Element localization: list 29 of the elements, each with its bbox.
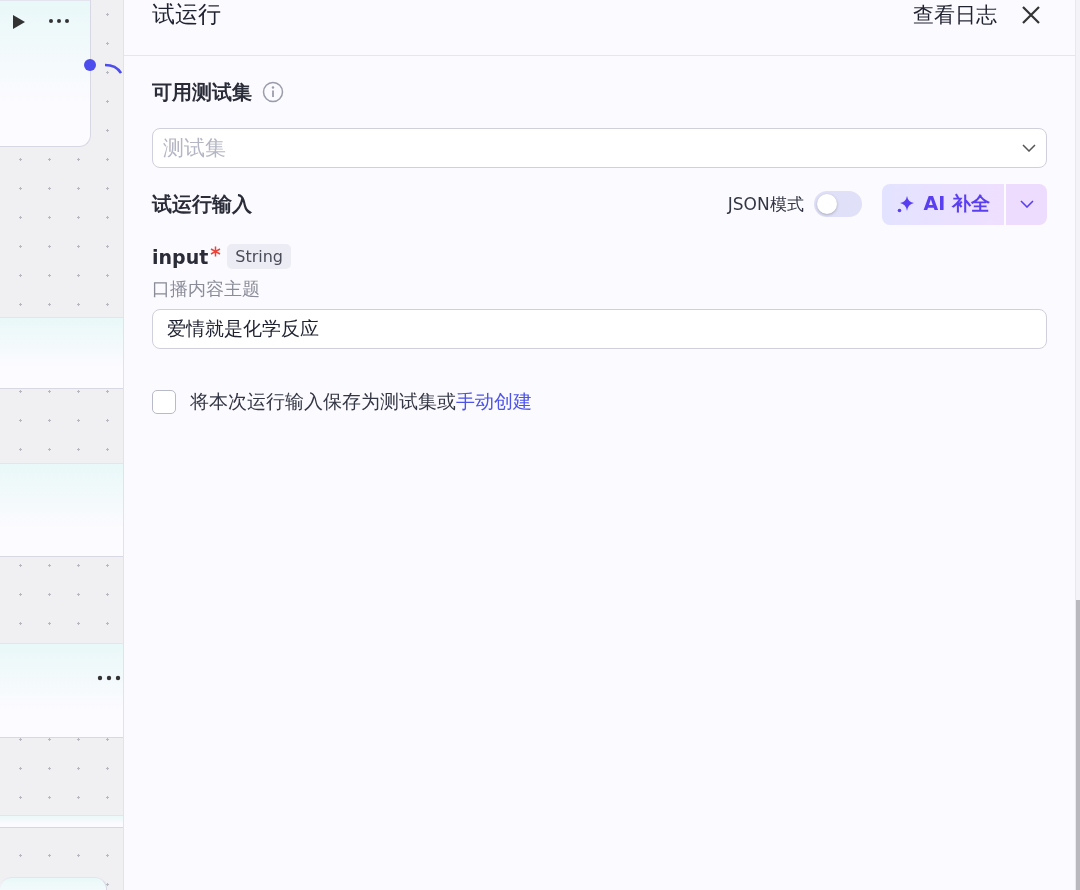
close-icon[interactable]	[1021, 4, 1041, 25]
workflow-node-card[interactable]	[0, 643, 123, 738]
play-icon[interactable]	[12, 14, 26, 30]
input-field[interactable]: 爱情就是化学反应	[152, 309, 1047, 349]
workflow-node-card[interactable]	[0, 463, 123, 557]
workflow-node-card[interactable]	[0, 317, 123, 389]
info-icon[interactable]	[262, 81, 284, 103]
panel-title: 试运行	[152, 0, 222, 29]
workflow-node-card[interactable]	[0, 815, 123, 828]
more-icon[interactable]	[48, 18, 70, 24]
ai-complete-button[interactable]: AI 补全	[881, 183, 1004, 225]
workflow-node-card[interactable]	[0, 0, 91, 147]
chevron-down-icon	[1019, 200, 1034, 208]
view-log-button[interactable]: 查看日志	[913, 0, 997, 29]
manual-create-link[interactable]: 手动创建	[456, 390, 532, 412]
section-label: 可用测试集	[152, 78, 252, 106]
save-checkbox[interactable]	[152, 390, 176, 414]
type-tag: String	[227, 244, 291, 269]
save-option-text: 将本次运行输入保存为测试集或手动创建	[190, 389, 532, 414]
chevron-down-icon	[1022, 144, 1036, 152]
param-description: 口播内容主题	[152, 277, 261, 301]
param-name: input	[152, 245, 209, 268]
toggle-label: JSON模式	[727, 192, 804, 216]
connection-line	[104, 62, 122, 74]
more-icon[interactable]	[97, 675, 121, 681]
ai-options-button[interactable]	[1006, 183, 1047, 225]
json-mode-toggle[interactable]	[813, 191, 862, 217]
scrollbar-thumb[interactable]	[1076, 600, 1080, 890]
section-label: 试运行输入	[152, 190, 253, 218]
